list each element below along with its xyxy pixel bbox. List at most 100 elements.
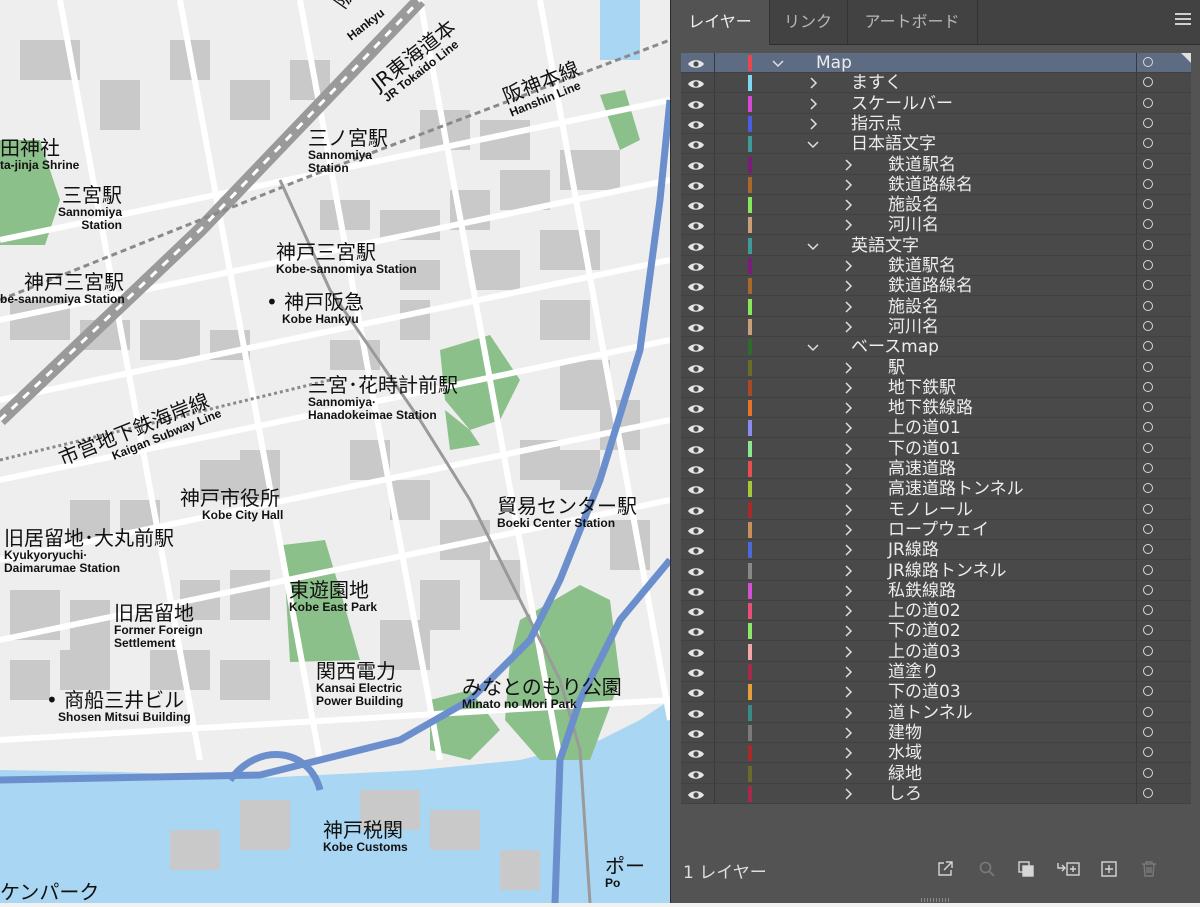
layer-name[interactable]: 鉄道路線名 — [888, 175, 973, 195]
visibility-eye-icon[interactable] — [687, 421, 705, 435]
layer-row[interactable]: JR線路トンネル — [681, 560, 1191, 581]
visibility-eye-icon[interactable] — [687, 381, 705, 395]
layer-row[interactable]: モノレール — [681, 499, 1191, 520]
layer-name[interactable]: 緑地 — [888, 764, 922, 784]
layer-name[interactable]: 下の道03 — [888, 682, 961, 702]
target-circle-icon[interactable] — [1143, 422, 1153, 433]
layer-row[interactable]: 鉄道路線名 — [681, 174, 1191, 195]
layer-row[interactable]: 上の道03 — [681, 641, 1191, 662]
chevron-right-icon[interactable] — [841, 400, 855, 416]
layer-row[interactable]: 河川名 — [681, 316, 1191, 337]
chevron-right-icon[interactable] — [841, 299, 855, 315]
visibility-eye-icon[interactable] — [687, 584, 705, 598]
target-circle-icon[interactable] — [1143, 726, 1153, 737]
layer-row[interactable]: 水域 — [681, 743, 1191, 764]
chevron-right-icon[interactable] — [841, 766, 855, 782]
search-icon[interactable] — [978, 860, 996, 878]
visibility-eye-icon[interactable] — [687, 137, 705, 151]
target-circle-icon[interactable] — [1143, 138, 1153, 149]
layer-row[interactable]: 施設名 — [681, 195, 1191, 216]
chevron-right-icon[interactable] — [841, 278, 855, 294]
target-circle-icon[interactable] — [1143, 706, 1153, 717]
chevron-right-icon[interactable] — [841, 522, 855, 538]
layer-row[interactable]: 日本語文字 — [681, 134, 1191, 155]
layer-name[interactable]: ロープウェイ — [888, 520, 989, 540]
tab-layers[interactable]: レイヤー — [671, 0, 770, 45]
chevron-right-icon[interactable] — [841, 177, 855, 193]
layer-row[interactable]: 英語文字 — [681, 235, 1191, 256]
visibility-eye-icon[interactable] — [687, 767, 705, 781]
target-circle-icon[interactable] — [1143, 523, 1153, 534]
layer-name[interactable]: 施設名 — [888, 297, 939, 317]
target-circle-icon[interactable] — [1143, 666, 1153, 676]
layer-row[interactable]: 地下鉄線路 — [681, 398, 1191, 419]
visibility-eye-icon[interactable] — [687, 239, 705, 253]
layer-name[interactable]: 上の道02 — [888, 601, 961, 621]
layer-row[interactable]: 私鉄線路 — [681, 580, 1191, 601]
layer-row[interactable]: 高速道路トンネル — [681, 479, 1191, 500]
target-circle-icon[interactable] — [1143, 605, 1153, 616]
layer-name[interactable]: 下の道01 — [888, 439, 961, 459]
chevron-right-icon[interactable] — [841, 420, 855, 436]
layer-name[interactable]: 施設名 — [888, 195, 939, 215]
chevron-right-icon[interactable] — [841, 542, 855, 558]
layer-name[interactable]: Map — [816, 53, 852, 73]
layer-row[interactable]: 上の道02 — [681, 601, 1191, 622]
visibility-eye-icon[interactable] — [687, 300, 705, 314]
layer-row[interactable]: Map — [681, 53, 1191, 73]
layer-name[interactable]: 上の道03 — [888, 642, 961, 662]
layer-row[interactable]: 河川名 — [681, 215, 1191, 236]
chevron-right-icon[interactable] — [841, 684, 855, 700]
visibility-eye-icon[interactable] — [687, 76, 705, 90]
layer-name[interactable]: 高速道路トンネル — [888, 479, 1024, 499]
chevron-right-icon[interactable] — [806, 96, 820, 112]
clipping-mask-icon[interactable] — [1017, 860, 1035, 878]
tab-artboards[interactable]: アートボード — [847, 0, 978, 44]
chevron-right-icon[interactable] — [841, 745, 855, 761]
target-circle-icon[interactable] — [1143, 117, 1153, 128]
layer-name[interactable]: 指示点 — [851, 114, 902, 134]
layer-name[interactable]: JR線路トンネル — [888, 561, 1007, 581]
visibility-eye-icon[interactable] — [687, 56, 705, 70]
layer-name[interactable]: 英語文字 — [851, 236, 919, 256]
visibility-eye-icon[interactable] — [687, 97, 705, 111]
layer-row[interactable]: 緑地 — [681, 763, 1191, 784]
tab-links[interactable]: リンク — [769, 0, 848, 44]
resize-grip-icon[interactable] — [921, 888, 951, 902]
layer-name[interactable]: 駅 — [888, 358, 905, 378]
target-circle-icon[interactable] — [1143, 57, 1153, 67]
collect-icon[interactable] — [1055, 860, 1081, 878]
layer-name[interactable]: 日本語文字 — [851, 134, 936, 154]
hamburger-menu-icon[interactable] — [1173, 11, 1193, 31]
target-circle-icon[interactable] — [1143, 280, 1153, 291]
chevron-right-icon[interactable] — [841, 502, 855, 518]
layer-name[interactable]: 河川名 — [888, 215, 939, 235]
visibility-eye-icon[interactable] — [687, 604, 705, 618]
target-circle-icon[interactable] — [1143, 97, 1153, 108]
target-circle-icon[interactable] — [1143, 402, 1153, 413]
visibility-eye-icon[interactable] — [687, 279, 705, 293]
layer-name[interactable]: 水域 — [888, 743, 922, 763]
target-circle-icon[interactable] — [1143, 686, 1153, 697]
layer-name[interactable]: 上の道01 — [888, 418, 961, 438]
chevron-right-icon[interactable] — [841, 623, 855, 639]
visibility-eye-icon[interactable] — [687, 361, 705, 375]
chevron-right-icon[interactable] — [841, 786, 855, 802]
target-circle-icon[interactable] — [1143, 158, 1153, 169]
visibility-eye-icon[interactable] — [687, 624, 705, 638]
visibility-eye-icon[interactable] — [687, 117, 705, 131]
target-circle-icon[interactable] — [1143, 178, 1153, 189]
layer-name[interactable]: モノレール — [888, 500, 973, 520]
target-circle-icon[interactable] — [1143, 320, 1153, 331]
chevron-right-icon[interactable] — [841, 197, 855, 213]
layer-row[interactable]: JR線路 — [681, 540, 1191, 561]
visibility-eye-icon[interactable] — [687, 320, 705, 334]
chevron-down-icon[interactable] — [806, 136, 820, 152]
layer-name[interactable]: 河川名 — [888, 317, 939, 337]
chevron-down-icon[interactable] — [806, 339, 820, 355]
layer-name[interactable]: 下の道02 — [888, 621, 961, 641]
layer-name[interactable]: 道トンネル — [888, 703, 973, 723]
layer-name[interactable]: ますく — [851, 73, 902, 93]
target-circle-icon[interactable] — [1143, 199, 1153, 210]
layer-row[interactable]: 鉄道路線名 — [681, 276, 1191, 297]
